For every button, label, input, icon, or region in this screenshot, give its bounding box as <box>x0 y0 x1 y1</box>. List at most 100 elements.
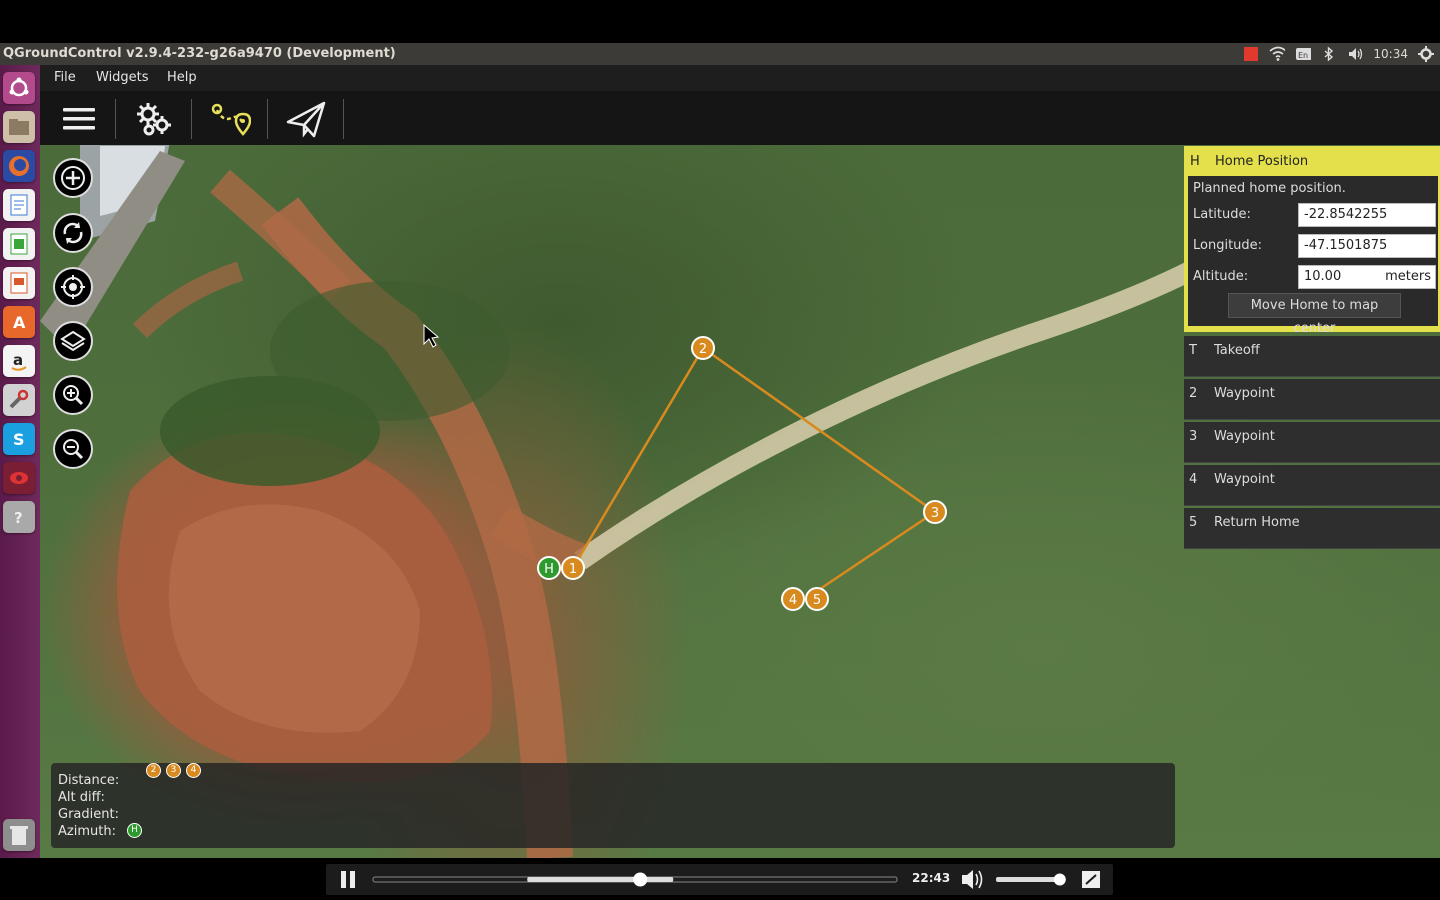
home-position-editor: Planned home position. Latitude: -22.854… <box>1188 176 1438 336</box>
altitude-unit: meters <box>1385 269 1431 284</box>
calc-icon[interactable] <box>3 228 35 260</box>
hamburger-icon <box>63 108 95 130</box>
center-map-button[interactable] <box>53 267 93 307</box>
zoom-in-icon <box>63 385 84 406</box>
qgroundcontrol-icon[interactable] <box>3 462 35 494</box>
move-home-to-center-button[interactable]: Move Home to map center <box>1228 293 1401 336</box>
unity-launcher: A a S ? <box>0 65 40 858</box>
mini-marker-4: 4 <box>186 763 201 778</box>
home-position-title: Home Position <box>1215 154 1309 169</box>
power-gear-icon[interactable] <box>1418 46 1434 62</box>
latitude-label: Latitude: <box>1193 207 1251 222</box>
screen: QGroundControl v2.9.4-232-g26a9470 (Deve… <box>0 0 1440 900</box>
bluetooth-icon[interactable] <box>1321 46 1337 62</box>
system-settings-icon[interactable] <box>3 384 35 416</box>
plan-route-icon <box>211 103 251 136</box>
crosshair-icon <box>61 275 85 299</box>
software-center-icon[interactable]: A <box>3 306 35 338</box>
waypoint-marker-4[interactable]: 4 <box>781 587 805 611</box>
trash-icon[interactable] <box>3 819 35 851</box>
svg-text:4: 4 <box>789 593 797 608</box>
clock[interactable]: 10:34 <box>1373 43 1408 65</box>
toolbar-separator <box>191 99 192 139</box>
toolbar-separator <box>267 99 268 139</box>
plus-circle-icon <box>61 166 85 190</box>
altitude-field[interactable]: 10.00 meters <box>1298 265 1436 289</box>
mission-item-return-home[interactable]: 5 Return Home <box>1184 508 1440 549</box>
zoom-in-button[interactable] <box>53 375 93 415</box>
app-menu-bar: File Widgets Help <box>40 65 1440 91</box>
gears-icon <box>137 103 171 136</box>
svg-text:a: a <box>13 351 23 369</box>
hamburger-menu-button[interactable] <box>51 97 107 141</box>
fullscreen-icon[interactable] <box>1082 871 1100 888</box>
mission-item-waypoint-4[interactable]: 4 Waypoint <box>1184 465 1440 506</box>
setup-button[interactable] <box>126 97 182 141</box>
mission-item-takeoff[interactable]: T Takeoff <box>1184 336 1440 377</box>
home-position-panel[interactable]: H Home Position Planned home position. L… <box>1184 146 1440 336</box>
playback-time: 22:43 <box>912 871 951 885</box>
pause-button[interactable] <box>341 871 355 888</box>
fly-view-button[interactable] <box>278 97 334 141</box>
amazon-icon[interactable]: a <box>3 345 35 377</box>
wifi-icon[interactable] <box>1269 46 1286 62</box>
menu-help[interactable]: Help <box>167 70 197 85</box>
keyboard-layout-icon[interactable]: En <box>1295 46 1312 62</box>
record-indicator-icon[interactable] <box>1243 46 1259 62</box>
files-icon[interactable] <box>3 111 35 143</box>
writer-icon[interactable] <box>3 189 35 221</box>
mission-stats-panel: Distance: Alt diff: Gradient: Azimuth: 2… <box>51 763 1175 848</box>
ubuntu-dash-icon[interactable] <box>3 72 35 104</box>
plan-view-button[interactable] <box>202 97 258 141</box>
altitude-label: Altitude: <box>1193 269 1249 284</box>
home-marker[interactable]: H <box>537 556 561 580</box>
menu-widgets[interactable]: Widgets <box>96 70 149 85</box>
mini-marker-2: 2 <box>146 763 161 778</box>
map-type-button[interactable] <box>53 321 93 361</box>
video-player-controls: 22:43 <box>326 864 1113 895</box>
window-title-bar: QGroundControl v2.9.4-232-g26a9470 (Deve… <box>0 43 1440 65</box>
paper-plane-icon <box>286 101 326 138</box>
add-waypoint-button[interactable] <box>53 158 93 198</box>
alt-diff-label: Alt diff: <box>58 790 105 805</box>
longitude-label: Longitude: <box>1193 238 1263 253</box>
mission-item-waypoint-2[interactable]: 2 Waypoint <box>1184 379 1440 420</box>
latitude-field[interactable]: -22.8542255 <box>1298 203 1436 227</box>
toolbar-separator <box>343 99 344 139</box>
home-position-header[interactable]: H Home Position <box>1187 149 1437 174</box>
svg-text:S: S <box>13 430 25 449</box>
longitude-field[interactable]: -47.1501875 <box>1298 234 1436 258</box>
svg-text:3: 3 <box>931 506 939 521</box>
waypoint-marker-3[interactable]: 3 <box>923 500 947 524</box>
distance-label: Distance: <box>58 773 120 788</box>
zoom-out-icon <box>63 439 84 460</box>
impress-icon[interactable] <box>3 267 35 299</box>
skype-icon[interactable]: S <box>3 423 35 455</box>
menu-file[interactable]: File <box>54 70 76 85</box>
layers-icon <box>60 330 86 352</box>
waypoint-marker-1[interactable]: 1 <box>561 556 585 580</box>
waypoint-marker-5[interactable]: 5 <box>805 587 829 611</box>
waypoint-marker-2[interactable]: 2 <box>691 336 715 360</box>
volume-slider[interactable] <box>996 873 1066 886</box>
mini-marker-3: 3 <box>166 763 181 778</box>
svg-text:5: 5 <box>813 593 821 608</box>
zoom-out-button[interactable] <box>53 429 93 469</box>
volume-icon[interactable] <box>1347 46 1363 62</box>
svg-text:En: En <box>1298 51 1308 60</box>
gradient-label: Gradient: <box>58 807 119 822</box>
svg-text:1: 1 <box>569 562 577 577</box>
volume-icon[interactable] <box>962 870 983 889</box>
mission-item-waypoint-3[interactable]: 3 Waypoint <box>1184 422 1440 463</box>
sync-button[interactable] <box>53 213 93 253</box>
svg-text:A: A <box>13 313 26 332</box>
unknown-app-icon[interactable]: ? <box>3 501 35 533</box>
svg-text:H: H <box>544 562 554 577</box>
system-tray: En 10:34 <box>1243 43 1440 65</box>
toolbar-separator <box>115 99 116 139</box>
firefox-icon[interactable] <box>3 150 35 182</box>
seek-bar[interactable] <box>372 872 898 887</box>
home-item-marker: H <box>1190 154 1200 169</box>
mission-item-list: T Takeoff 2 Waypoint 3 Waypoint 4 Waypoint 5… <box>1184 336 1440 549</box>
svg-text:2: 2 <box>699 342 707 357</box>
